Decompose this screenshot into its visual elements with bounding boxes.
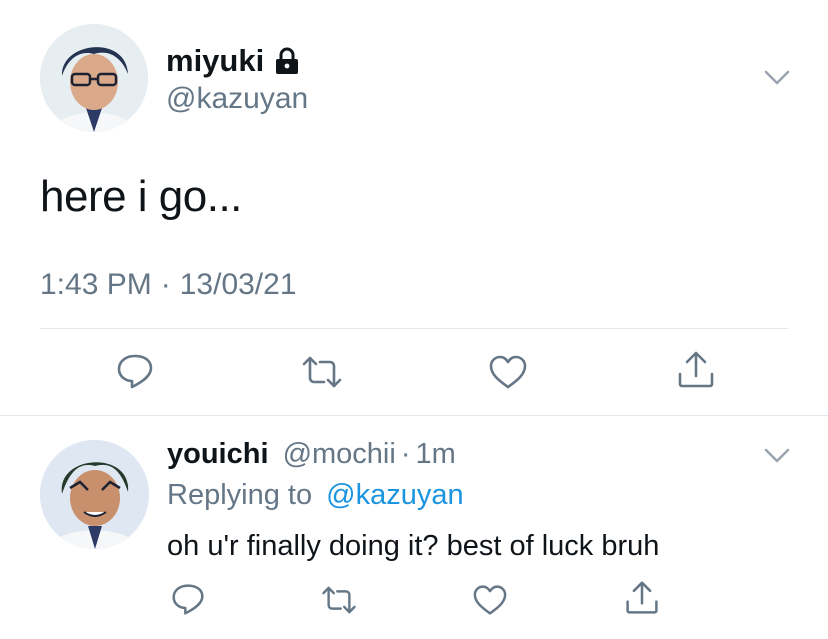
share-icon	[626, 581, 658, 614]
chevron-down-icon[interactable]	[764, 70, 790, 86]
separator: ·	[400, 438, 411, 470]
reply-icon	[172, 584, 204, 615]
reply-tweet[interactable]: youichi @mochii · 1m Replying to @kazuyan …	[0, 416, 828, 639]
reply-text: oh u'r finally doing it? best of luck br…	[167, 530, 660, 562]
share-button[interactable]	[624, 580, 660, 616]
replying-to: Replying to @kazuyan	[167, 479, 464, 512]
reply-icon	[117, 354, 153, 389]
share-button[interactable]	[676, 350, 716, 390]
reply-button[interactable]	[171, 582, 205, 616]
display-name[interactable]: miyuki	[166, 43, 264, 79]
reply-header: youichi @mochii · 1m	[167, 438, 456, 471]
handle[interactable]: @mochii	[283, 438, 396, 470]
avatar[interactable]	[40, 24, 148, 132]
handle[interactable]: @kazuyan	[166, 82, 308, 116]
share-icon	[678, 351, 714, 388]
timestamp[interactable]: 1:43 PM · 13/03/21	[40, 268, 297, 302]
like-icon	[473, 585, 507, 615]
separator: ·	[160, 268, 171, 301]
tweet-date: 13/03/21	[179, 268, 297, 301]
divider	[40, 328, 788, 329]
tweet-age: 1m	[415, 438, 456, 470]
display-name-row: miyuki	[166, 42, 300, 80]
reply-button[interactable]	[116, 352, 154, 390]
chevron-down-icon[interactable]	[764, 448, 790, 464]
retweet-button[interactable]	[300, 354, 344, 390]
display-name[interactable]: youichi	[167, 438, 269, 470]
lock-icon	[274, 47, 300, 75]
avatar-image	[40, 440, 149, 549]
replying-label: Replying to	[167, 479, 313, 511]
avatar-image	[40, 24, 148, 132]
main-tweet: miyuki @kazuyan here i go... 1:43 PM · 1…	[0, 0, 828, 415]
tweet-text: here i go...	[40, 172, 242, 221]
retweet-icon	[322, 586, 356, 614]
replying-handle-link[interactable]: @kazuyan	[326, 479, 463, 511]
like-icon	[489, 355, 527, 389]
tweet-time: 1:43 PM	[40, 268, 152, 301]
retweet-button[interactable]	[320, 584, 358, 616]
avatar[interactable]	[40, 440, 149, 549]
like-button[interactable]	[488, 354, 528, 390]
like-button[interactable]	[472, 584, 508, 616]
retweet-icon	[302, 356, 342, 388]
